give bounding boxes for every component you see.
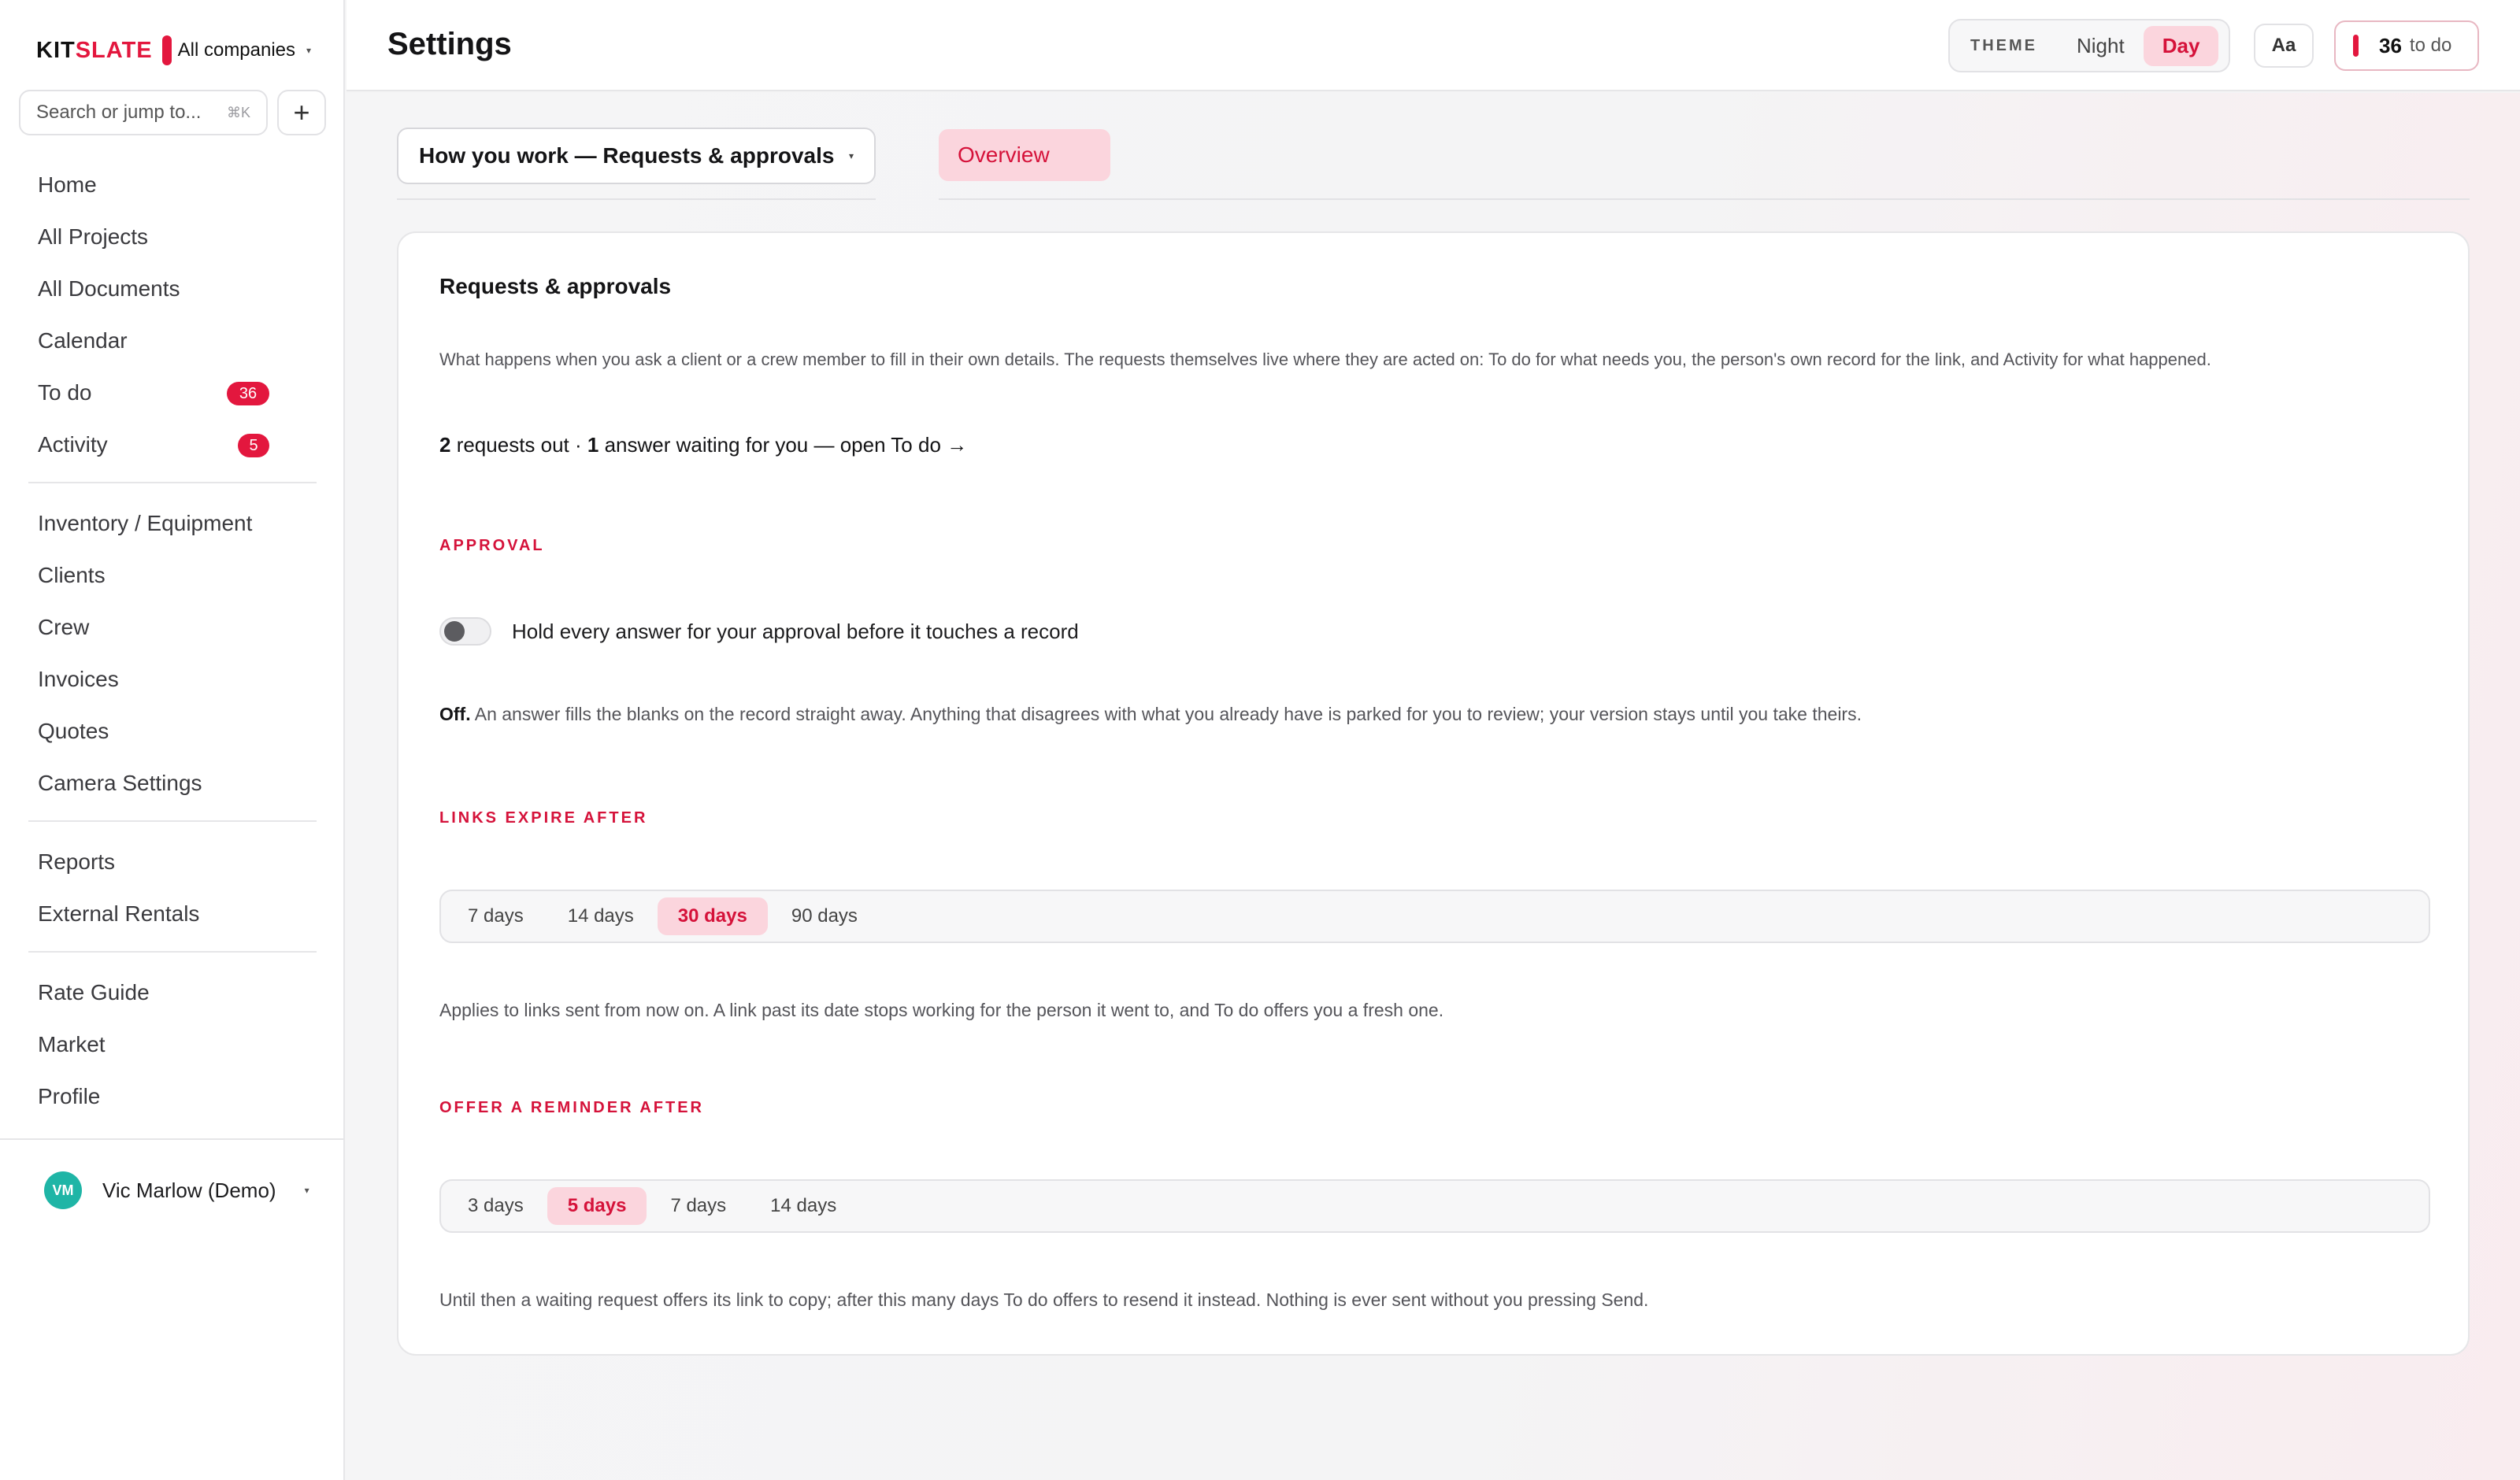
sidebar-item-crew[interactable]: Crew xyxy=(0,601,345,653)
links-expire-note: Applies to links sent from now on. A lin… xyxy=(439,1000,1444,1020)
sidebar-item-label: External Rentals xyxy=(38,901,200,926)
theme-day-option[interactable]: Day xyxy=(2143,25,2219,66)
section-select-value: How you work — Requests & approvals xyxy=(419,143,835,168)
sidebar-item-label: Quotes xyxy=(38,719,109,743)
sidebar-item-label: To do xyxy=(38,380,92,405)
sidebar-item-home[interactable]: Home xyxy=(0,159,345,211)
nav-divider xyxy=(28,951,317,953)
links-option[interactable]: 14 days xyxy=(547,897,654,935)
search-shortcut: ⌘K xyxy=(226,104,250,120)
todo-indicator xyxy=(2353,35,2359,57)
chevron-down-icon: ▾ xyxy=(306,45,312,56)
sidebar-item-label: Crew xyxy=(38,615,90,639)
sidebar-item-label: All Documents xyxy=(38,276,180,301)
theme-switcher: THEME Night Day xyxy=(1948,19,2230,72)
approval-toggle-row: Hold every answer for your approval befo… xyxy=(439,616,1079,647)
sidebar-item-label: All Projects xyxy=(38,224,149,249)
brand-logo: KITSLATE xyxy=(36,37,153,63)
nav-group-reports: Reports External Rentals xyxy=(0,836,345,940)
theme-label: THEME xyxy=(1970,36,2037,54)
select-underline xyxy=(397,198,876,200)
todo-button[interactable]: 36 to do xyxy=(2334,20,2479,71)
sidebar-item-label: Inventory / Equipment xyxy=(38,511,253,535)
user-name: Vic Marlow (Demo) xyxy=(102,1178,276,1202)
sidebar-item-calendar[interactable]: Calendar xyxy=(0,315,345,367)
brand-mark xyxy=(161,35,172,65)
tab-underline xyxy=(939,198,2470,200)
sidebar-item-label: Clients xyxy=(38,563,106,587)
approval-note: Off. An answer fills the blanks on the r… xyxy=(439,704,1862,724)
user-divider xyxy=(0,1138,345,1140)
todo-label: to do xyxy=(2409,35,2452,56)
links-expire-label: LINKS EXPIRE AFTER xyxy=(439,809,648,827)
reminder-option[interactable]: 5 days xyxy=(547,1187,647,1225)
approval-toggle[interactable] xyxy=(439,617,491,646)
chevron-down-icon: ▾ xyxy=(848,150,854,161)
top-bar: Settings THEME Night Day Aa 36 to do xyxy=(346,0,2520,91)
page-title: Settings xyxy=(387,27,512,61)
chevron-down-icon: ▾ xyxy=(304,1185,309,1196)
sidebar-item-rate-guide[interactable]: Rate Guide xyxy=(0,967,345,1019)
sidebar-item-profile[interactable]: Profile xyxy=(0,1071,345,1123)
sidebar-item-label: Reports xyxy=(38,849,116,874)
sidebar-item-label: Profile xyxy=(38,1084,101,1108)
sidebar: KITSLATE All companies ▾ Search or jump … xyxy=(0,0,345,1480)
sidebar-item-all-documents[interactable]: All Documents xyxy=(0,263,345,315)
company-switcher[interactable]: KITSLATE All companies ▾ xyxy=(36,35,311,66)
reminder-option[interactable]: 7 days xyxy=(650,1187,747,1225)
card-title: Requests & approvals xyxy=(439,274,672,298)
toggle-knob xyxy=(444,621,465,642)
tab-overview[interactable]: Overview xyxy=(939,129,1110,181)
search-placeholder: Search or jump to... xyxy=(36,102,202,123)
company-name: All companies xyxy=(177,39,296,61)
sidebar-item-label: Activity xyxy=(38,432,108,457)
sidebar-item-label: Rate Guide xyxy=(38,980,150,1005)
sidebar-item-all-projects[interactable]: All Projects xyxy=(0,211,345,263)
reminder-label: OFFER A REMINDER AFTER xyxy=(439,1099,704,1116)
sidebar-item-label: Invoices xyxy=(38,667,119,691)
search-input[interactable]: Search or jump to... ⌘K xyxy=(19,90,268,135)
theme-night-option[interactable]: Night xyxy=(2058,26,2144,66)
sidebar-item-reports[interactable]: Reports xyxy=(0,836,345,888)
sidebar-item-market[interactable]: Market xyxy=(0,1019,345,1071)
reminder-selector: 3 days 5 days 7 days 14 days xyxy=(439,1179,2430,1233)
sidebar-item-clients[interactable]: Clients xyxy=(0,549,345,601)
links-expire-selector: 7 days 14 days 30 days 90 days xyxy=(439,890,2430,943)
links-option[interactable]: 30 days xyxy=(657,897,768,935)
avatar: VM xyxy=(44,1171,82,1209)
card-description: What happens when you ask a client or a … xyxy=(439,350,2211,369)
sidebar-item-external-rentals[interactable]: External Rentals xyxy=(0,888,345,940)
nav-group-records: Inventory / Equipment Clients Crew Invoices… xyxy=(0,498,345,809)
requests-summary-link[interactable]: 2 requests out · 1 answer waiting for yo… xyxy=(439,433,967,457)
add-button[interactable]: + xyxy=(277,90,326,135)
approval-toggle-label: Hold every answer for your approval befo… xyxy=(512,619,1079,643)
approval-label: APPROVAL xyxy=(439,537,545,554)
count-badge: 36 xyxy=(227,382,269,405)
section-select[interactable]: How you work — Requests & approvals ▾ xyxy=(397,128,876,184)
nav-group-tools: Rate Guide Market Profile xyxy=(0,967,345,1123)
user-menu[interactable]: VM Vic Marlow (Demo) ▾ xyxy=(44,1171,309,1209)
nav-divider xyxy=(28,482,317,483)
settings-card: Requests & approvals What happens when y… xyxy=(397,231,2470,1356)
nav-group-main: Home All Projects All Documents Calendar To … xyxy=(0,159,345,471)
sidebar-item-label: Camera Settings xyxy=(38,771,202,795)
sidebar-item-invoices[interactable]: Invoices xyxy=(0,653,345,705)
links-option[interactable]: 7 days xyxy=(447,897,544,935)
reminder-option[interactable]: 14 days xyxy=(750,1187,857,1225)
nav-divider xyxy=(28,820,317,822)
sidebar-item-label: Market xyxy=(38,1032,106,1056)
sidebar-item-inventory-equipment[interactable]: Inventory / Equipment xyxy=(0,498,345,549)
sidebar-item-camera-settings[interactable]: Camera Settings xyxy=(0,757,345,809)
font-size-button[interactable]: Aa xyxy=(2254,24,2314,68)
sidebar-item-to-do[interactable]: To do 36 xyxy=(0,367,345,419)
reminder-option[interactable]: 3 days xyxy=(447,1187,544,1225)
sidebar-item-label: Calendar xyxy=(38,328,128,353)
todo-count: 36 xyxy=(2379,33,2402,57)
sidebar-item-activity[interactable]: Activity 5 xyxy=(0,419,345,471)
sidebar-item-label: Home xyxy=(38,172,97,197)
reminder-note: Until then a waiting request offers its … xyxy=(439,1289,1649,1310)
links-option[interactable]: 90 days xyxy=(771,897,878,935)
count-badge: 5 xyxy=(238,434,269,457)
sidebar-item-quotes[interactable]: Quotes xyxy=(0,705,345,757)
